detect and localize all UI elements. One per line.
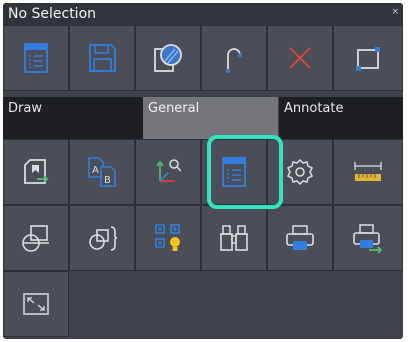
insert-block-button[interactable] (3, 139, 69, 205)
arc-button[interactable] (201, 25, 267, 91)
find-binoculars-icon (220, 225, 248, 251)
fullscreen-icon (23, 293, 49, 315)
measure-ruler-icon (354, 162, 382, 181)
svg-text:A: A (92, 165, 99, 176)
ucs-icon (156, 159, 182, 182)
hatch-icon (154, 44, 182, 72)
arc-icon (226, 48, 242, 73)
layers-button[interactable] (135, 205, 201, 271)
print-icon (286, 225, 314, 250)
title-bar: No Selection × (3, 3, 403, 25)
print-export-button[interactable] (333, 205, 403, 271)
print-button[interactable] (267, 205, 333, 271)
ucs-button[interactable] (135, 139, 201, 205)
properties-panel-button[interactable] (201, 139, 267, 205)
copy-shape-icon (22, 225, 49, 252)
fullscreen-button[interactable] (3, 271, 69, 337)
hatch-button[interactable] (135, 25, 201, 91)
delete-button[interactable] (267, 25, 333, 91)
window-title: No Selection (8, 6, 97, 22)
properties-panel-icon (222, 157, 246, 187)
copy-shape-button[interactable] (3, 205, 69, 271)
rectangle-button[interactable] (333, 25, 403, 91)
settings-button[interactable] (267, 139, 333, 205)
settings-gear-icon (286, 158, 314, 186)
properties-button[interactable] (3, 25, 69, 91)
text-style-icon: A B (88, 157, 116, 187)
save-button[interactable] (69, 25, 135, 91)
close-icon[interactable]: × (391, 7, 399, 17)
tab-general[interactable]: General (143, 97, 278, 139)
properties-panel-icon (24, 43, 48, 73)
text-style-button[interactable]: A B (69, 139, 135, 205)
tab-draw[interactable]: Draw (3, 97, 143, 139)
ribbon-tabs: Draw General Annotate (3, 97, 403, 139)
group-icon (89, 226, 118, 251)
find-button[interactable] (201, 205, 267, 271)
measure-button[interactable] (333, 139, 403, 205)
layers-bulb-icon (155, 224, 180, 251)
svg-text:B: B (104, 175, 111, 186)
insert-block-icon (24, 159, 49, 184)
toolbar-panel: No Selection × Draw General Annotate A B (3, 3, 403, 339)
delete-icon (289, 47, 311, 69)
save-icon (89, 44, 116, 72)
group-button[interactable] (69, 205, 135, 271)
print-export-icon (353, 224, 383, 254)
rectangle-icon (356, 47, 380, 71)
tab-annotate[interactable]: Annotate (279, 97, 403, 139)
